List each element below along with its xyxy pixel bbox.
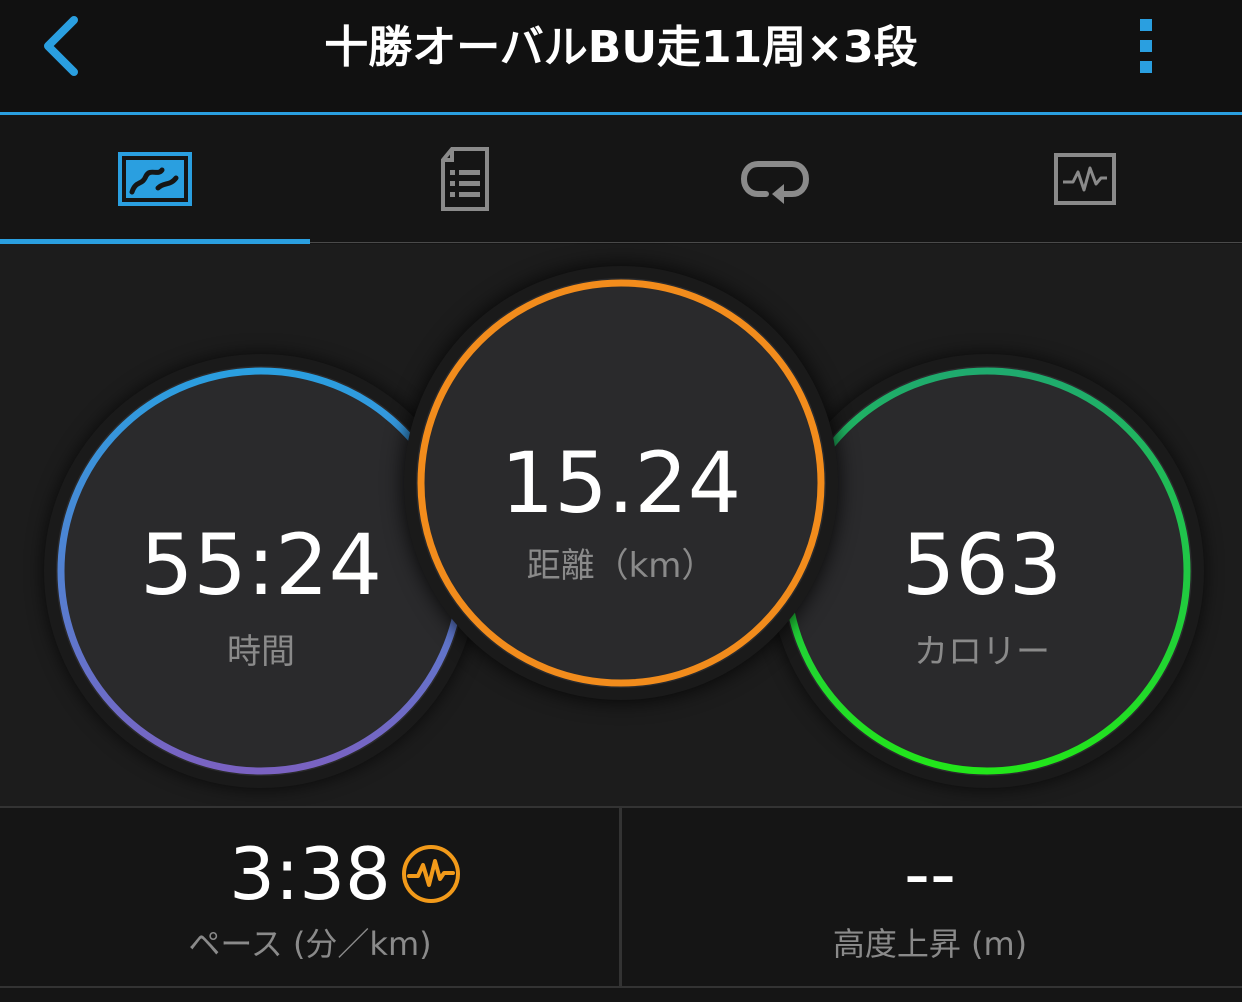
app-header: 十勝オーバルBU走11周×3段: [0, 0, 1242, 112]
more-options-button[interactable]: [1126, 14, 1166, 78]
more-dot: [1140, 40, 1152, 52]
page-title: 十勝オーバルBU走11周×3段: [324, 22, 918, 73]
tab-bar: [0, 115, 1242, 243]
back-button[interactable]: [28, 14, 92, 78]
tab-laps[interactable]: [620, 115, 930, 243]
tab-overview[interactable]: [0, 115, 310, 243]
calories-label: カロリー: [914, 632, 1050, 672]
activity-map-icon: [118, 152, 192, 206]
time-label: 時間: [227, 632, 295, 672]
time-value: 55:24: [139, 516, 383, 614]
tab-details[interactable]: [310, 115, 620, 243]
heart-rate-zone-icon[interactable]: [400, 843, 462, 905]
distance-value: 15.24: [500, 434, 742, 532]
more-vertical-icon: [1140, 19, 1152, 31]
document-list-icon: [441, 147, 489, 211]
calories-value: 563: [901, 516, 1063, 614]
bottom-divider: [619, 808, 622, 988]
elevation-value: --: [904, 832, 956, 916]
stats-area: 55:24 時間 563 カロリー 15.24 距離（km）: [0, 244, 1242, 806]
more-dot: [1140, 61, 1152, 73]
pace-label: ペース (分／km): [188, 925, 432, 963]
bottom-line: [0, 986, 1242, 988]
chart-monitor-icon: [1054, 153, 1116, 205]
repeat-laps-icon: [740, 161, 810, 204]
tab-charts[interactable]: [930, 115, 1240, 243]
chevron-left-icon: [44, 16, 78, 76]
elevation-label: 高度上昇 (m): [832, 925, 1028, 963]
tab-divider: [310, 242, 1242, 243]
distance-label: 距離（km）: [526, 546, 716, 586]
pace-value: 3:38: [229, 832, 391, 916]
